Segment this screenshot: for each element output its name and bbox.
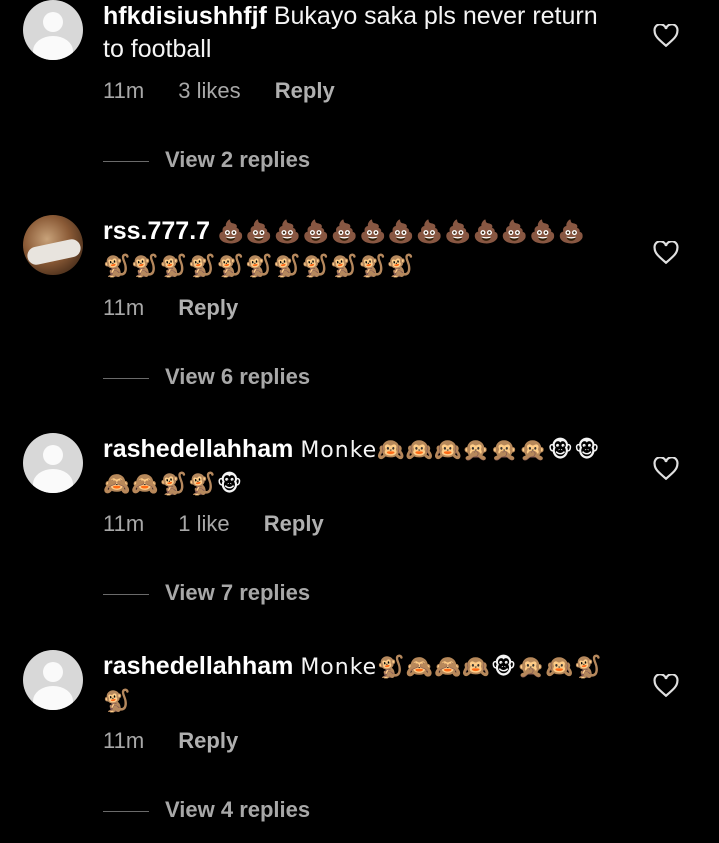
replies-divider bbox=[103, 377, 149, 379]
replies-divider bbox=[103, 810, 149, 812]
comment-text: rss.777.7 💩💩💩💩💩💩💩💩💩💩💩💩💩🐒🐒🐒🐒🐒🐒🐒🐒🐒🐒🐒 bbox=[103, 215, 603, 283]
replies-divider bbox=[103, 593, 149, 595]
username[interactable]: rashedellahham bbox=[103, 652, 293, 680]
comment-text: hfkdisiushhfjf Bukayo saka pls never ret… bbox=[103, 0, 603, 66]
comment-meta: 11m 3 likes Reply bbox=[103, 78, 363, 104]
comment-meta: 11m Reply bbox=[103, 295, 266, 321]
heart-outline-icon[interactable] bbox=[653, 241, 679, 265]
username[interactable]: rss.777.7 bbox=[103, 217, 210, 245]
timestamp: 11m bbox=[103, 78, 145, 103]
view-replies-button[interactable]: View 2 replies bbox=[103, 147, 310, 173]
reply-button[interactable]: Reply bbox=[178, 295, 238, 320]
heart-outline-icon[interactable] bbox=[653, 24, 679, 48]
username[interactable]: hfkdisiushhfjf bbox=[103, 2, 267, 30]
heart-outline-icon[interactable] bbox=[653, 457, 679, 481]
default-avatar-icon[interactable] bbox=[23, 433, 83, 493]
avatar[interactable] bbox=[23, 215, 83, 275]
comment-text: rashedellahham Monke🙉🙉🙉🙊🙊🙊🐵🐵🙈🙈🐒🐒🐵 bbox=[103, 433, 603, 501]
heart-outline-icon[interactable] bbox=[653, 674, 679, 698]
likes-count[interactable]: 1 like bbox=[178, 511, 229, 536]
timestamp: 11m bbox=[103, 728, 145, 753]
view-replies-label: View 4 replies bbox=[165, 797, 311, 822]
default-avatar-icon[interactable] bbox=[23, 0, 83, 60]
view-replies-label: View 7 replies bbox=[165, 580, 311, 605]
default-avatar-icon[interactable] bbox=[23, 650, 83, 710]
view-replies-button[interactable]: View 6 replies bbox=[103, 364, 310, 390]
timestamp: 11m bbox=[103, 295, 145, 320]
comment-meta: 11m 1 like Reply bbox=[103, 511, 352, 537]
view-replies-label: View 6 replies bbox=[165, 364, 311, 389]
likes-count[interactable]: 3 likes bbox=[178, 78, 240, 103]
view-replies-button[interactable]: View 4 replies bbox=[103, 797, 310, 823]
timestamp: 11m bbox=[103, 511, 145, 536]
view-replies-button[interactable]: View 7 replies bbox=[103, 580, 310, 606]
comment-text: rashedellahham Monke🐒🙈🙈🙉🐵🙊🙉🐒🐒 bbox=[103, 650, 603, 718]
username[interactable]: rashedellahham bbox=[103, 435, 293, 463]
view-replies-label: View 2 replies bbox=[165, 147, 311, 172]
replies-divider bbox=[103, 160, 149, 162]
reply-button[interactable]: Reply bbox=[178, 728, 238, 753]
reply-button[interactable]: Reply bbox=[275, 78, 335, 103]
reply-button[interactable]: Reply bbox=[264, 511, 324, 536]
comment-meta: 11m Reply bbox=[103, 728, 266, 754]
